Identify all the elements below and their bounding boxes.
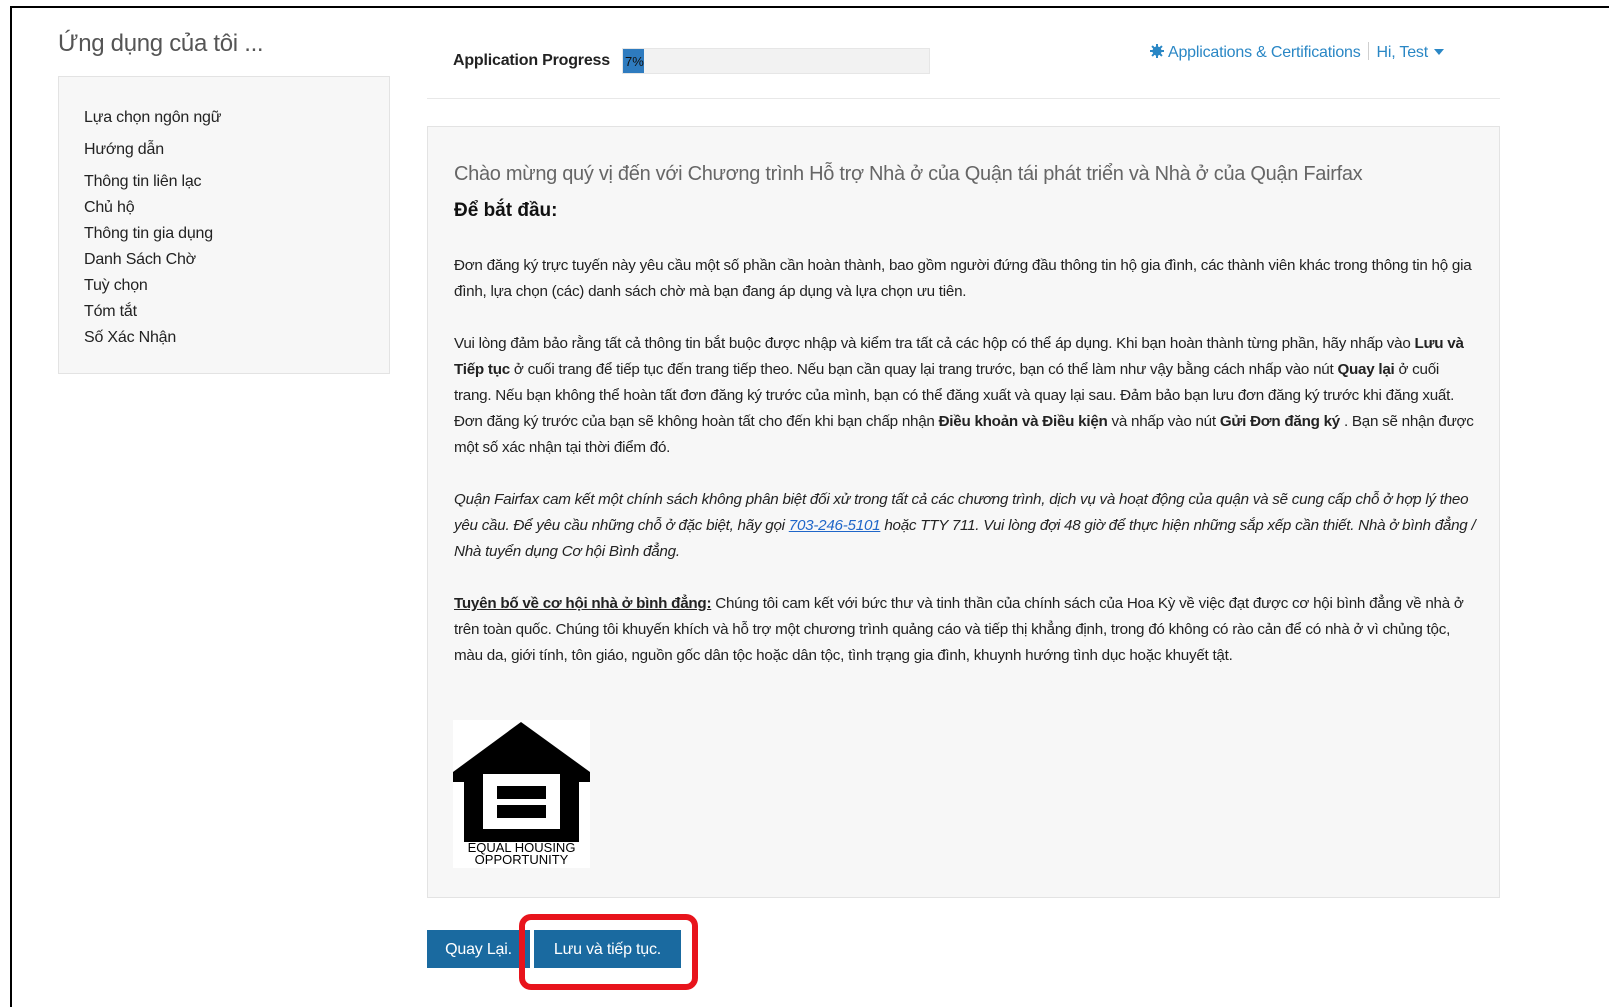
intro-paragraph: Đơn đăng ký trực tuyến này yêu cầu một s… (454, 257, 1472, 300)
sidebar-item-head-of-household[interactable]: Chủ hộ (84, 195, 221, 221)
sidebar-item-confirmation-number[interactable]: Số Xác Nhận (84, 325, 221, 351)
content-panel: Chào mừng quý vị đến với Chương trình Hỗ… (427, 126, 1500, 898)
highlight-annotation (519, 914, 698, 990)
progress-fill: 7% (623, 49, 645, 73)
equal-housing-heading: Tuyên bố về cơ hội nhà ở bình đẳng: (454, 595, 712, 612)
user-menu[interactable]: Hi, Test (1377, 44, 1444, 61)
app-title: Ứng dụng của tôi ... (58, 30, 264, 57)
sidebar-item-household-info[interactable]: Thông tin gia dụng (84, 221, 221, 247)
header-divider (427, 98, 1500, 99)
progress-bar: 7% (622, 48, 930, 74)
welcome-heading: Chào mừng quý vị đến với Chương trình Hỗ… (454, 163, 1363, 185)
back-button[interactable]: Quay Lại. (427, 930, 530, 968)
nondiscrimination-paragraph: Quận Fairfax cam kết một chính sách khôn… (454, 491, 1476, 560)
sidebar-item-contact-info[interactable]: Thông tin liên lạc (84, 169, 221, 195)
progress-label: Application Progress (453, 52, 610, 69)
sidebar-item-waiting-list[interactable]: Danh Sách Chờ (84, 247, 221, 273)
sidebar-item-summary[interactable]: Tóm tắt (84, 299, 221, 325)
sidebar-item-instructions[interactable]: Hướng dẫn (84, 137, 221, 163)
equal-housing-logo: EQUAL HOUSING OPPORTUNITY (453, 720, 590, 868)
sidebar-menu: Lựa chọn ngôn ngữ Hướng dẫn Thông tin li… (84, 105, 221, 351)
sidebar: Lựa chọn ngôn ngữ Hướng dẫn Thông tin li… (58, 76, 390, 374)
equal-housing-paragraph: Tuyên bố về cơ hội nhà ở bình đẳng: Chún… (454, 595, 1464, 664)
top-nav: Applications & Certifications Hi, Test (1150, 42, 1444, 63)
phone-link[interactable]: 703-246-5101 (789, 517, 881, 534)
applications-certifications-link[interactable]: Applications & Certifications (1168, 44, 1361, 61)
svg-text:OPPORTUNITY: OPPORTUNITY (475, 852, 569, 867)
user-menu-label: Hi, Test (1376, 44, 1429, 61)
gear-icon (1150, 44, 1164, 63)
instructions-paragraph: Vui lòng đảm bảo rằng tất cả thông tin b… (454, 335, 1474, 456)
sidebar-item-preferences[interactable]: Tuỳ chọn (84, 273, 221, 299)
chevron-down-icon (1433, 49, 1444, 55)
start-heading: Để bắt đầu: (454, 200, 558, 221)
nav-divider (1367, 42, 1369, 60)
sidebar-item-language[interactable]: Lựa chọn ngôn ngữ (84, 105, 221, 131)
